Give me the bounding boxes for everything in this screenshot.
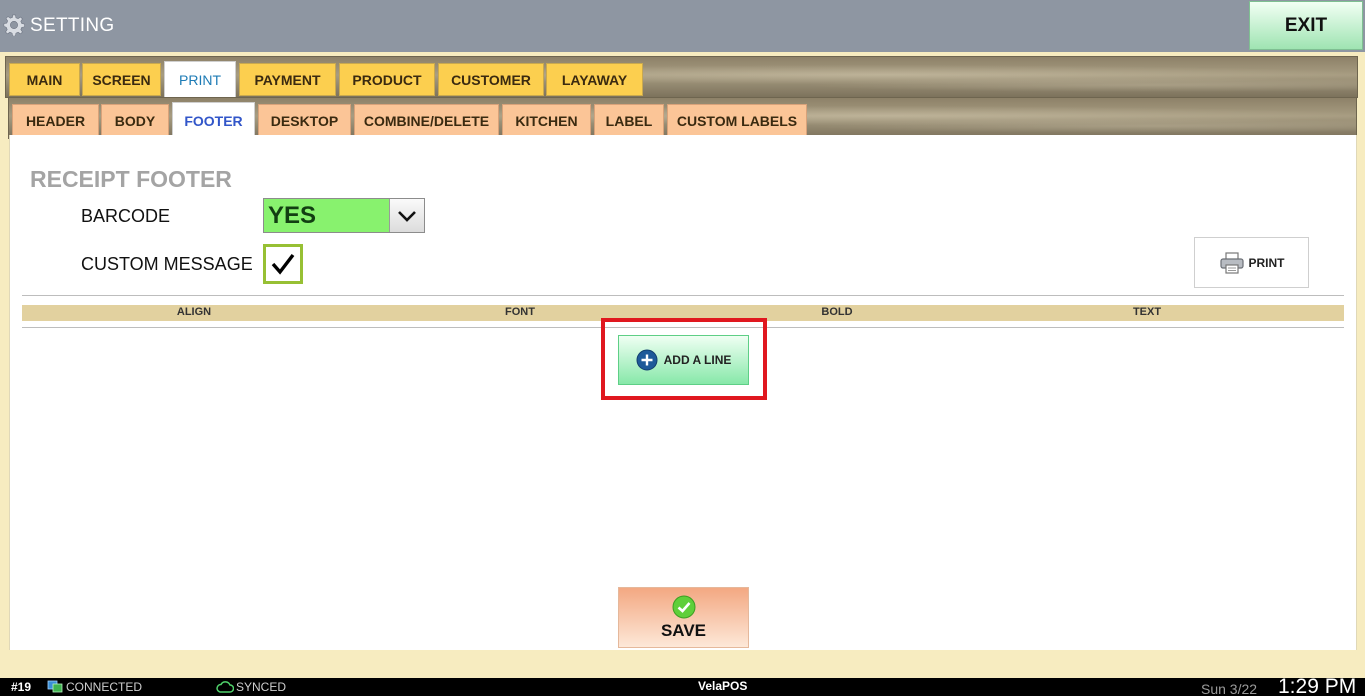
window-title: SETTING (30, 15, 115, 36)
tab-print[interactable]: PRINT (164, 61, 236, 98)
tab-customer[interactable]: CUSTOMER (438, 63, 544, 96)
status-time: 1:29 PM (1278, 675, 1357, 696)
barcode-label: BARCODE (81, 206, 171, 226)
custom-message-checkbox[interactable] (263, 244, 303, 284)
printer-icon (1219, 251, 1244, 274)
column-bold: BOLD (821, 306, 853, 318)
connection-status: CONNECTED (66, 680, 143, 694)
checkmark-icon (271, 253, 295, 275)
print-button-label: PRINT (1248, 255, 1285, 270)
station-number: #19 (11, 680, 32, 694)
network-icon (47, 680, 63, 693)
tab-main[interactable]: MAIN (9, 63, 80, 96)
custom-message-label: CUSTOM MESSAGE (81, 254, 253, 274)
save-button-label: SAVE (660, 620, 707, 640)
add-line-label: ADD A LINE (663, 353, 732, 367)
tab-footer[interactable]: FOOTER (172, 102, 255, 139)
tab-label[interactable]: LABEL (594, 104, 664, 137)
column-align: ALIGN (176, 306, 212, 318)
barcode-select-value: YES (268, 202, 317, 229)
title-bar: SETTING EXIT (0, 0, 1365, 52)
divider (22, 295, 1344, 296)
tab-combine-delete[interactable]: COMBINE/DELETE (354, 104, 499, 137)
brand-name: VelaPOS (698, 679, 748, 693)
tab-product[interactable]: PRODUCT (339, 63, 435, 96)
status-date: Sun 3/22 (1201, 681, 1258, 696)
tab-custom-labels[interactable]: CUSTOM LABELS (667, 104, 807, 137)
save-button[interactable]: SAVE (618, 587, 749, 648)
tab-kitchen[interactable]: KITCHEN (502, 104, 591, 137)
status-bar: #19 CONNECTED SYNCED VelaPOS Sun 3/22 1:… (0, 675, 1365, 696)
primary-tab-strip: MAIN SCREEN PRINT PAYMENT PRODUCT CUSTOM… (5, 56, 1358, 98)
tab-desktop[interactable]: DESKTOP (258, 104, 351, 137)
print-button[interactable]: PRINT (1194, 237, 1309, 288)
tab-layaway[interactable]: LAYAWAY (546, 63, 643, 96)
tab-header[interactable]: HEADER (12, 104, 99, 137)
tab-body[interactable]: BODY (101, 104, 169, 137)
secondary-tab-strip: HEADER BODY FOOTER DESKTOP COMBINE/DELET… (8, 97, 1357, 139)
column-text: TEXT (1132, 306, 1162, 318)
cloud-icon (216, 681, 234, 693)
barcode-select[interactable]: YES (263, 198, 425, 233)
tab-payment[interactable]: PAYMENT (239, 63, 336, 96)
plus-circle-icon (636, 349, 658, 371)
column-font: FONT (505, 306, 535, 318)
footer-settings-panel: RECEIPT FOOTER BARCODE YES CUSTOM MESSAG… (9, 135, 1357, 650)
exit-button[interactable]: EXIT (1249, 1, 1363, 50)
sync-status: SYNCED (236, 680, 287, 694)
tab-screen[interactable]: SCREEN (82, 63, 161, 96)
check-circle-icon (672, 595, 695, 618)
settings-frame: MAIN SCREEN PRINT PAYMENT PRODUCT CUSTOM… (0, 52, 1365, 678)
add-line-button[interactable]: ADD A LINE (618, 335, 749, 385)
chevron-down-icon[interactable] (389, 199, 424, 232)
section-title: RECEIPT FOOTER (30, 166, 232, 192)
gear-icon (3, 14, 25, 36)
